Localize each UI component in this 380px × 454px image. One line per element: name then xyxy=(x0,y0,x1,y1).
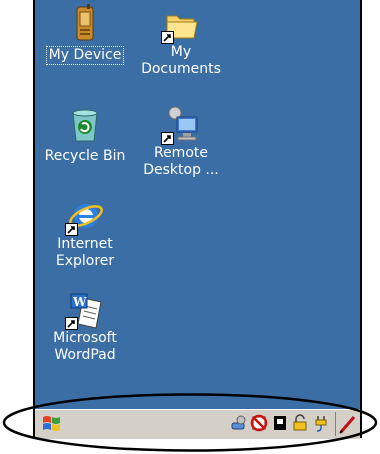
desktop-icon-my-documents[interactable]: My Documents xyxy=(134,4,228,78)
taskbar xyxy=(35,409,360,439)
desktop-icon-label: Remote Desktop ... xyxy=(143,145,219,178)
svg-text:W: W xyxy=(72,295,87,309)
wordpad-icon: W xyxy=(65,290,105,330)
desktop-icon-label: Microsoft WordPad xyxy=(53,330,117,363)
card-icon[interactable] xyxy=(271,414,289,432)
network-icon[interactable] xyxy=(230,414,248,432)
desktop: My Device My Documents Recycle Bin Remot… xyxy=(35,0,360,438)
no-signal-icon[interactable] xyxy=(250,414,268,432)
windows-flag-icon xyxy=(43,416,60,431)
desktop-icon-recycle-bin[interactable]: Recycle Bin xyxy=(38,105,132,165)
pen-icon xyxy=(339,416,356,434)
handheld-device-icon xyxy=(76,4,94,41)
desktop-icon-my-device[interactable]: My Device xyxy=(38,4,132,65)
desktop-icon-microsoft-wordpad[interactable]: W Microsoft WordPad xyxy=(38,290,132,364)
shortcut-arrow-icon xyxy=(161,31,174,44)
start-button[interactable] xyxy=(37,413,75,435)
desktop-icon-internet-explorer[interactable]: Internet Explorer xyxy=(38,196,132,270)
device-frame-right xyxy=(360,0,362,438)
shortcut-arrow-icon xyxy=(65,317,78,330)
shortcut-arrow-icon xyxy=(161,132,174,145)
system-tray xyxy=(230,412,332,435)
folder-icon xyxy=(161,4,201,44)
recycle-bin-icon xyxy=(72,109,98,142)
desktop-icon-remote-desktop[interactable]: Remote Desktop ... xyxy=(134,105,228,179)
desktop-icon-label: My Documents xyxy=(141,44,221,77)
internet-explorer-icon xyxy=(65,196,105,236)
lock-icon[interactable] xyxy=(291,414,309,432)
desktop-icon-label: Recycle Bin xyxy=(44,148,126,164)
power-plug-icon[interactable] xyxy=(312,414,330,432)
input-panel-button[interactable] xyxy=(335,412,358,436)
shortcut-arrow-icon xyxy=(65,223,78,236)
desktop-icon-label: Internet Explorer xyxy=(55,236,115,269)
desktop-icon-label: My Device xyxy=(45,46,125,65)
remote-desktop-icon xyxy=(161,105,201,145)
